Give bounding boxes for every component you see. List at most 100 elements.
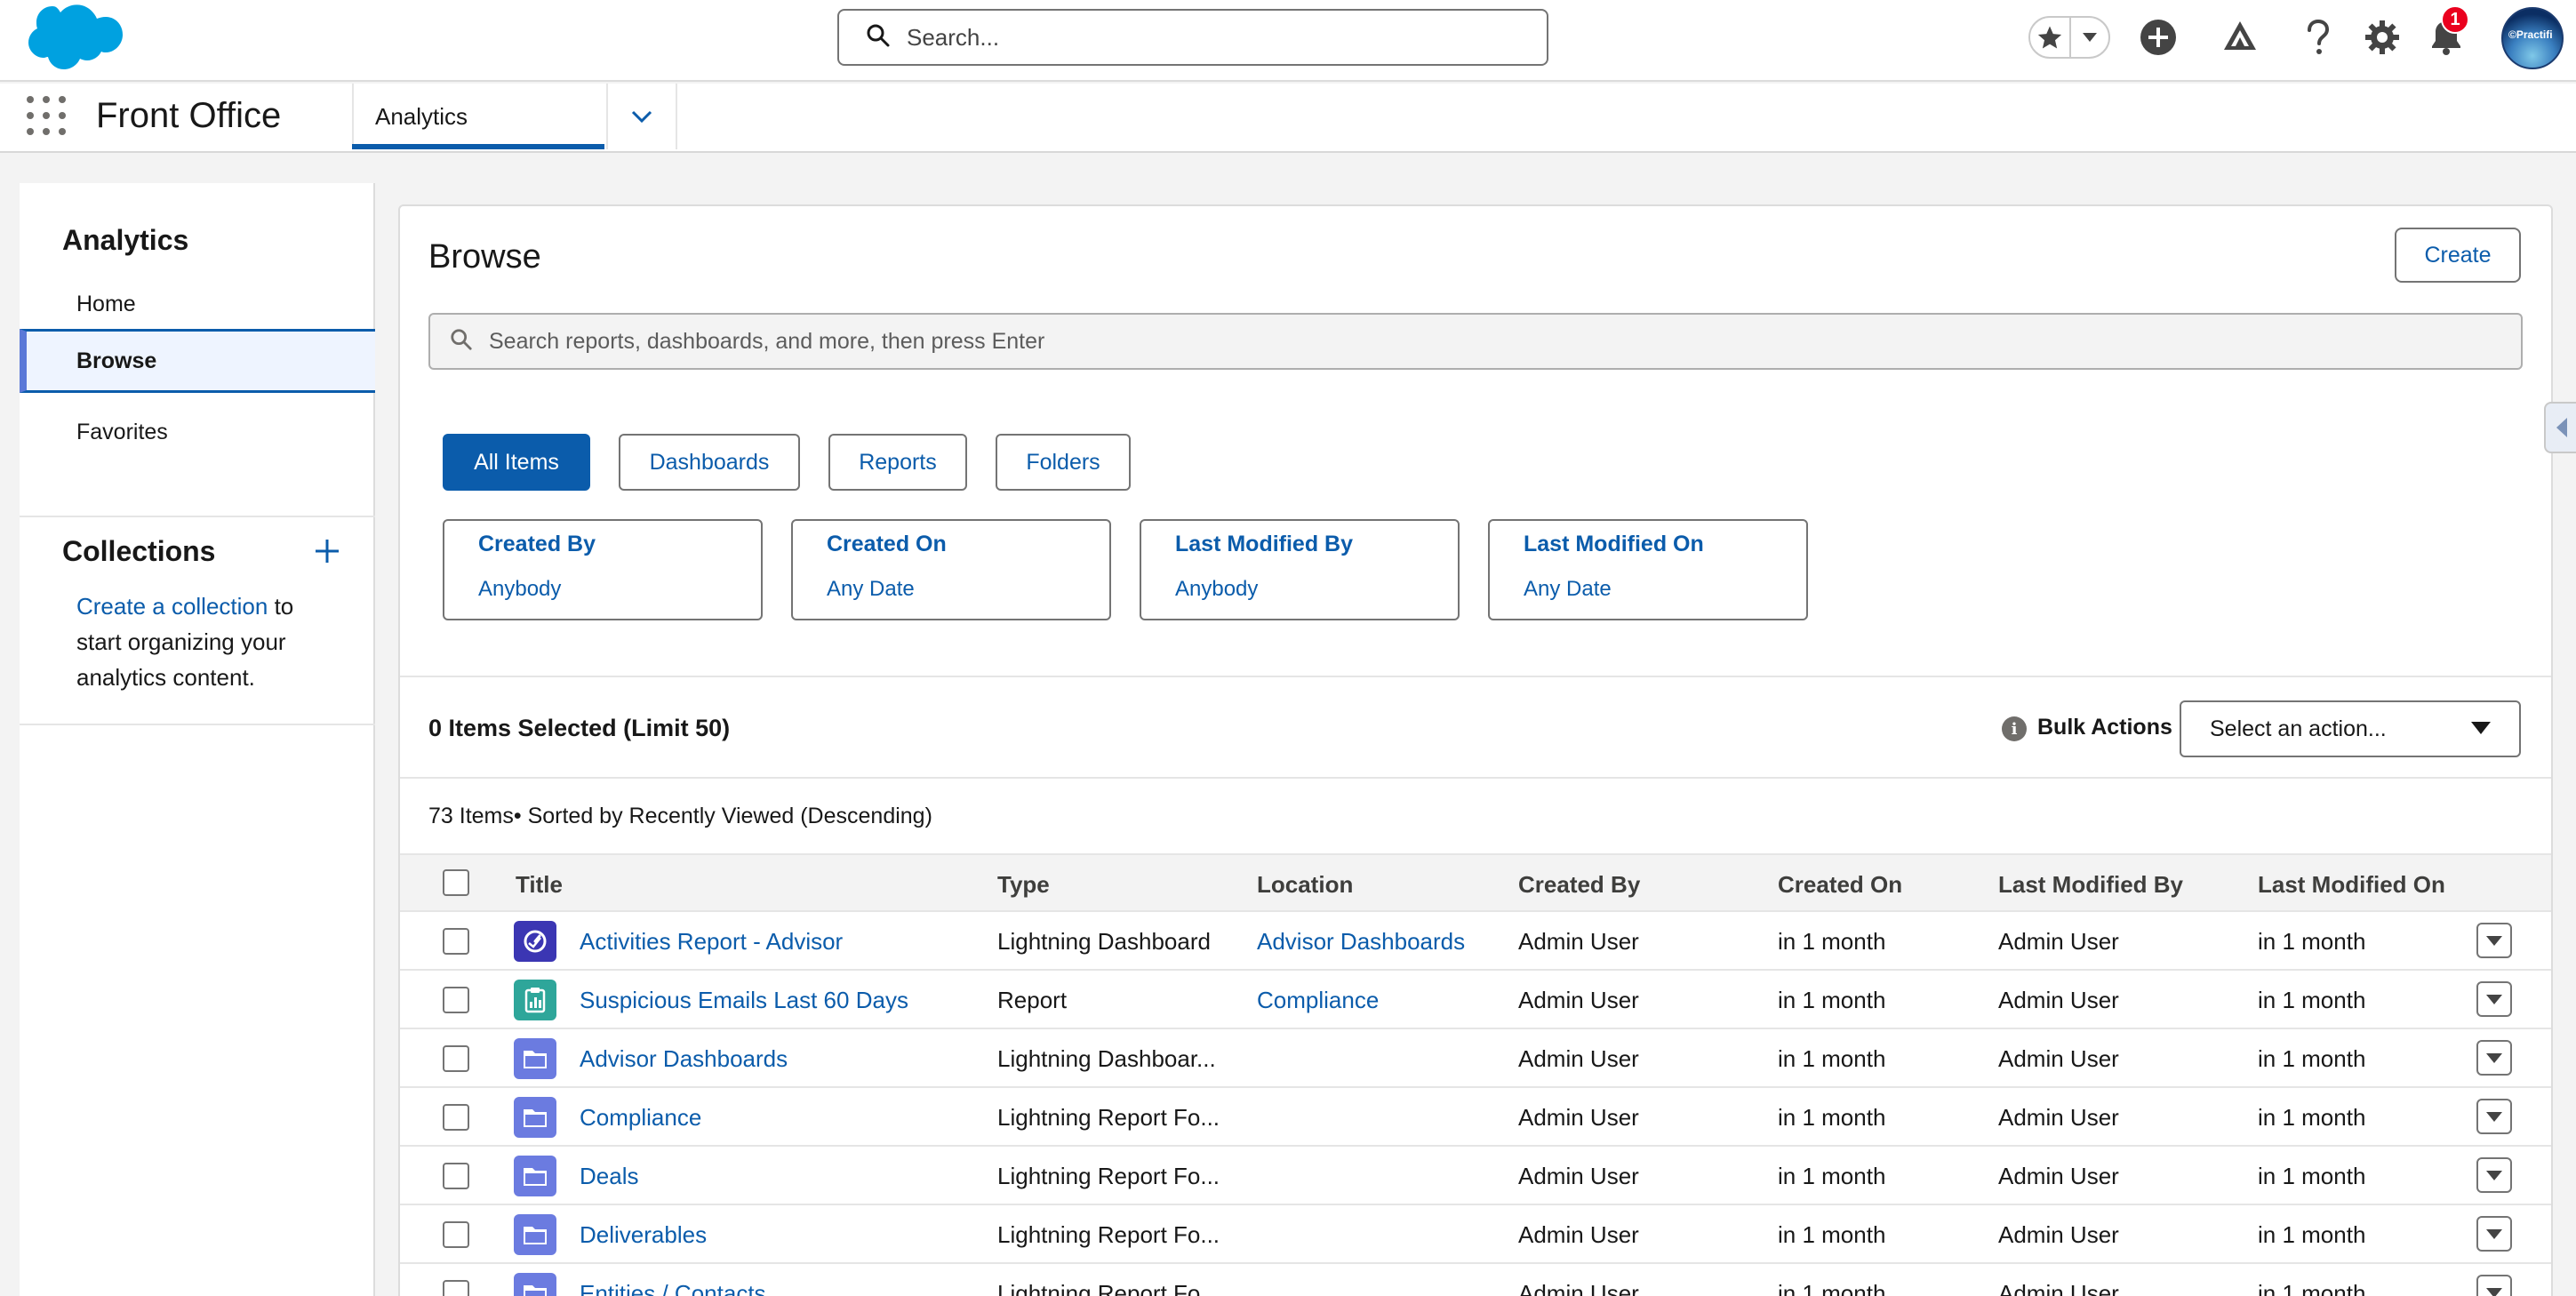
row-checkbox[interactable]: [443, 1221, 469, 1248]
row-title-link[interactable]: Deals: [580, 1163, 638, 1190]
facet-label: Last Modified On: [1524, 532, 1704, 556]
column-header-title[interactable]: Title: [516, 871, 563, 899]
folder-icon: [514, 1038, 556, 1079]
trailhead-button[interactable]: [2219, 16, 2261, 59]
row-actions-button[interactable]: [2476, 923, 2512, 958]
active-tab-indicator: [352, 144, 604, 149]
row-location-link[interactable]: Advisor Dashboards: [1257, 928, 1465, 956]
column-header-created-by[interactable]: Created By: [1518, 871, 1640, 899]
row-checkbox[interactable]: [443, 1104, 469, 1131]
favorites-menu-button[interactable]: [2071, 18, 2108, 57]
sidebar-item-browse[interactable]: Browse: [20, 329, 375, 393]
tab-analytics[interactable]: Analytics: [352, 84, 604, 149]
table-row: Entities / Contacts Lightning Report Fo.…: [400, 1264, 2551, 1296]
filter-all-items[interactable]: All Items: [443, 434, 590, 491]
bulk-action-select[interactable]: Select an action...: [2180, 700, 2521, 757]
info-icon[interactable]: i: [2002, 716, 2027, 741]
help-button[interactable]: [2297, 16, 2340, 59]
row-modified-by: Admin User: [1998, 1045, 2119, 1072]
column-header-last-modified-on[interactable]: Last Modified On: [2258, 871, 2445, 899]
sidebar-item-favorites[interactable]: Favorites: [20, 400, 375, 464]
create-collection-link[interactable]: Create a collection: [76, 593, 268, 620]
favorites-group: [2028, 16, 2110, 59]
row-title-link[interactable]: Compliance: [580, 1104, 701, 1132]
row-type: Lightning Report Fo...: [997, 1104, 1220, 1131]
row-created-by: Admin User: [1518, 928, 1639, 955]
row-title-link[interactable]: Activities Report - Advisor: [580, 928, 843, 956]
folder-icon: [514, 1273, 556, 1296]
table-row: Advisor Dashboards Lightning Dashboar...…: [400, 1029, 2551, 1088]
selected-count: 0 Items Selected (Limit 50): [428, 715, 731, 741]
column-header-last-modified-by[interactable]: Last Modified By: [1998, 871, 2183, 899]
facet-last-modified-on[interactable]: Last Modified On Any Date: [1488, 519, 1808, 620]
row-modified-by: Admin User: [1998, 928, 2119, 955]
row-created-on: in 1 month: [1778, 928, 1886, 955]
avatar-label: ©Practifi: [2508, 28, 2553, 41]
filter-dashboards[interactable]: Dashboards: [619, 434, 800, 491]
browse-search-input[interactable]: Search reports, dashboards, and more, th…: [428, 313, 2523, 370]
column-header-created-on[interactable]: Created On: [1778, 871, 1902, 899]
table-header: Title Type Location Created By Created O…: [400, 853, 2551, 912]
row-modified-on: in 1 month: [2258, 1280, 2366, 1296]
row-checkbox[interactable]: [443, 1045, 469, 1072]
sidebar-item-home[interactable]: Home: [20, 272, 375, 336]
row-modified-on: in 1 month: [2258, 1163, 2366, 1189]
row-title-link[interactable]: Entities / Contacts: [580, 1280, 766, 1296]
row-actions-button[interactable]: [2476, 1216, 2512, 1252]
facet-created-by[interactable]: Created By Anybody: [443, 519, 763, 620]
row-title-link[interactable]: Advisor Dashboards: [580, 1045, 788, 1073]
setup-button[interactable]: [2361, 16, 2404, 59]
app-launcher-icon[interactable]: [27, 96, 66, 135]
row-created-by: Admin User: [1518, 1280, 1639, 1296]
row-created-on: in 1 month: [1778, 1280, 1886, 1296]
row-title-link[interactable]: Deliverables: [580, 1221, 707, 1249]
favorites-star-button[interactable]: [2030, 18, 2071, 57]
select-all-checkbox[interactable]: [443, 869, 469, 896]
row-created-by: Admin User: [1518, 1221, 1639, 1248]
global-header: Search... 1 ©Practifi: [0, 0, 2576, 82]
global-actions-button[interactable]: [2137, 16, 2180, 59]
row-title-link[interactable]: Suspicious Emails Last 60 Days: [580, 987, 908, 1014]
row-created-by: Admin User: [1518, 1045, 1639, 1072]
facet-last-modified-by[interactable]: Last Modified By Anybody: [1140, 519, 1460, 620]
dashboard-icon: [514, 921, 556, 962]
global-search-placeholder: Search...: [907, 23, 1000, 51]
sidebar-title: Analytics: [62, 224, 189, 256]
notification-badge: 1: [2441, 5, 2469, 34]
row-actions-button[interactable]: [2476, 1157, 2512, 1193]
add-icon: [2140, 20, 2176, 55]
row-checkbox[interactable]: [443, 928, 469, 955]
row-actions-button[interactable]: [2476, 1040, 2512, 1076]
row-checkbox[interactable]: [443, 1280, 469, 1296]
row-checkbox[interactable]: [443, 987, 469, 1013]
gear-icon: [2365, 20, 2399, 54]
row-checkbox[interactable]: [443, 1163, 469, 1189]
create-button[interactable]: Create: [2395, 228, 2521, 283]
bulk-action-value: Select an action...: [2210, 716, 2387, 741]
column-header-location[interactable]: Location: [1257, 871, 1353, 899]
filter-reports[interactable]: Reports: [828, 434, 967, 491]
facet-created-on[interactable]: Created On Any Date: [791, 519, 1111, 620]
add-collection-button[interactable]: [309, 533, 345, 569]
collections-title: Collections: [62, 535, 216, 567]
avatar[interactable]: ©Practifi: [2501, 7, 2564, 69]
global-search-input[interactable]: Search...: [837, 9, 1548, 66]
row-modified-on: in 1 month: [2258, 987, 2366, 1013]
salesforce-logo-icon[interactable]: [16, 2, 123, 75]
folder-icon: [514, 1156, 556, 1196]
row-location-link[interactable]: Compliance: [1257, 987, 1379, 1014]
folder-icon: [514, 1097, 556, 1138]
bulk-actions-label: Bulk Actions: [2037, 715, 2172, 740]
tab-menu-button[interactable]: [606, 84, 677, 149]
row-modified-by: Admin User: [1998, 1104, 2119, 1131]
row-actions-button[interactable]: [2476, 1099, 2512, 1134]
folder-icon: [514, 1214, 556, 1255]
help-icon: [2308, 19, 2330, 54]
row-actions-button[interactable]: [2476, 981, 2512, 1017]
row-actions-button[interactable]: [2476, 1275, 2512, 1296]
filter-folders[interactable]: Folders: [996, 434, 1131, 491]
table-row: Suspicious Emails Last 60 Days Report Co…: [400, 971, 2551, 1029]
panel-toggle-tab[interactable]: [2544, 402, 2576, 453]
divider: [400, 777, 2551, 779]
column-header-type[interactable]: Type: [997, 871, 1050, 899]
